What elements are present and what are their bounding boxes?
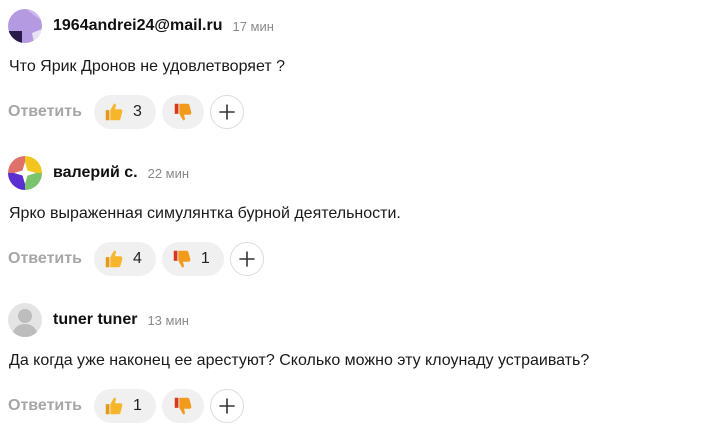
like-count: 4 [132,250,142,267]
avatar[interactable] [8,303,42,337]
avatar[interactable] [8,9,42,43]
like-button[interactable]: 4 [93,242,156,276]
avatar[interactable] [8,156,42,190]
add-reaction-button[interactable] [229,242,264,276]
comment: 1964andrei24@mail.ru 17 мин Что Ярик Дро… [8,8,708,130]
comment: tuner tuner 13 мин Да когда уже наконец … [8,302,708,424]
thumbs-down-icon [174,103,192,121]
thumbs-down-icon [174,397,192,415]
like-count: 3 [132,103,142,120]
comment-actions: Ответить 4 1 [8,241,708,277]
thumbs-down-icon [173,250,191,268]
thumbs-up-icon [105,250,123,268]
thumbs-up-icon [105,103,123,121]
author-name[interactable]: валерий с. [53,164,138,182]
reply-button[interactable]: Ответить [8,250,82,268]
comment-time: 17 мин [232,18,274,34]
like-count: 1 [132,397,142,414]
like-button[interactable]: 1 [93,389,156,423]
dislike-button[interactable] [161,389,204,423]
comment-time: 13 мин [147,312,189,328]
plus-icon [219,398,235,414]
reply-button[interactable]: Ответить [8,397,82,415]
comment: валерий с. 22 мин Ярко выраженная симуля… [8,155,708,277]
like-button[interactable]: 3 [93,95,156,129]
comment-actions: Ответить 3 [8,94,708,130]
comment-header: валерий с. 22 мин [8,155,708,191]
add-reaction-button[interactable] [209,389,244,423]
plus-icon [238,251,255,267]
comment-text: Ярко выраженная симулянтка бурной деятел… [9,205,401,222]
comment-actions: Ответить 1 [8,388,708,424]
add-reaction-button[interactable] [209,95,244,129]
comment-text: Да когда уже наконец ее арестуют? Скольк… [9,352,590,369]
dislike-button[interactable]: 1 [161,242,224,276]
comment-header: 1964andrei24@mail.ru 17 мин [8,8,708,44]
comment-text: Что Ярик Дронов не удовлетворяет ? [9,58,285,75]
dislike-button[interactable] [161,95,204,129]
plus-icon [219,104,235,120]
author-name[interactable]: 1964andrei24@mail.ru [53,17,222,35]
comment-time: 22 мин [147,165,190,181]
comment-header: tuner tuner 13 мин [8,302,708,338]
author-name[interactable]: tuner tuner [53,311,137,329]
reply-button[interactable]: Ответить [8,103,82,121]
dislike-count: 1 [200,250,210,267]
thumbs-up-icon [105,397,123,415]
